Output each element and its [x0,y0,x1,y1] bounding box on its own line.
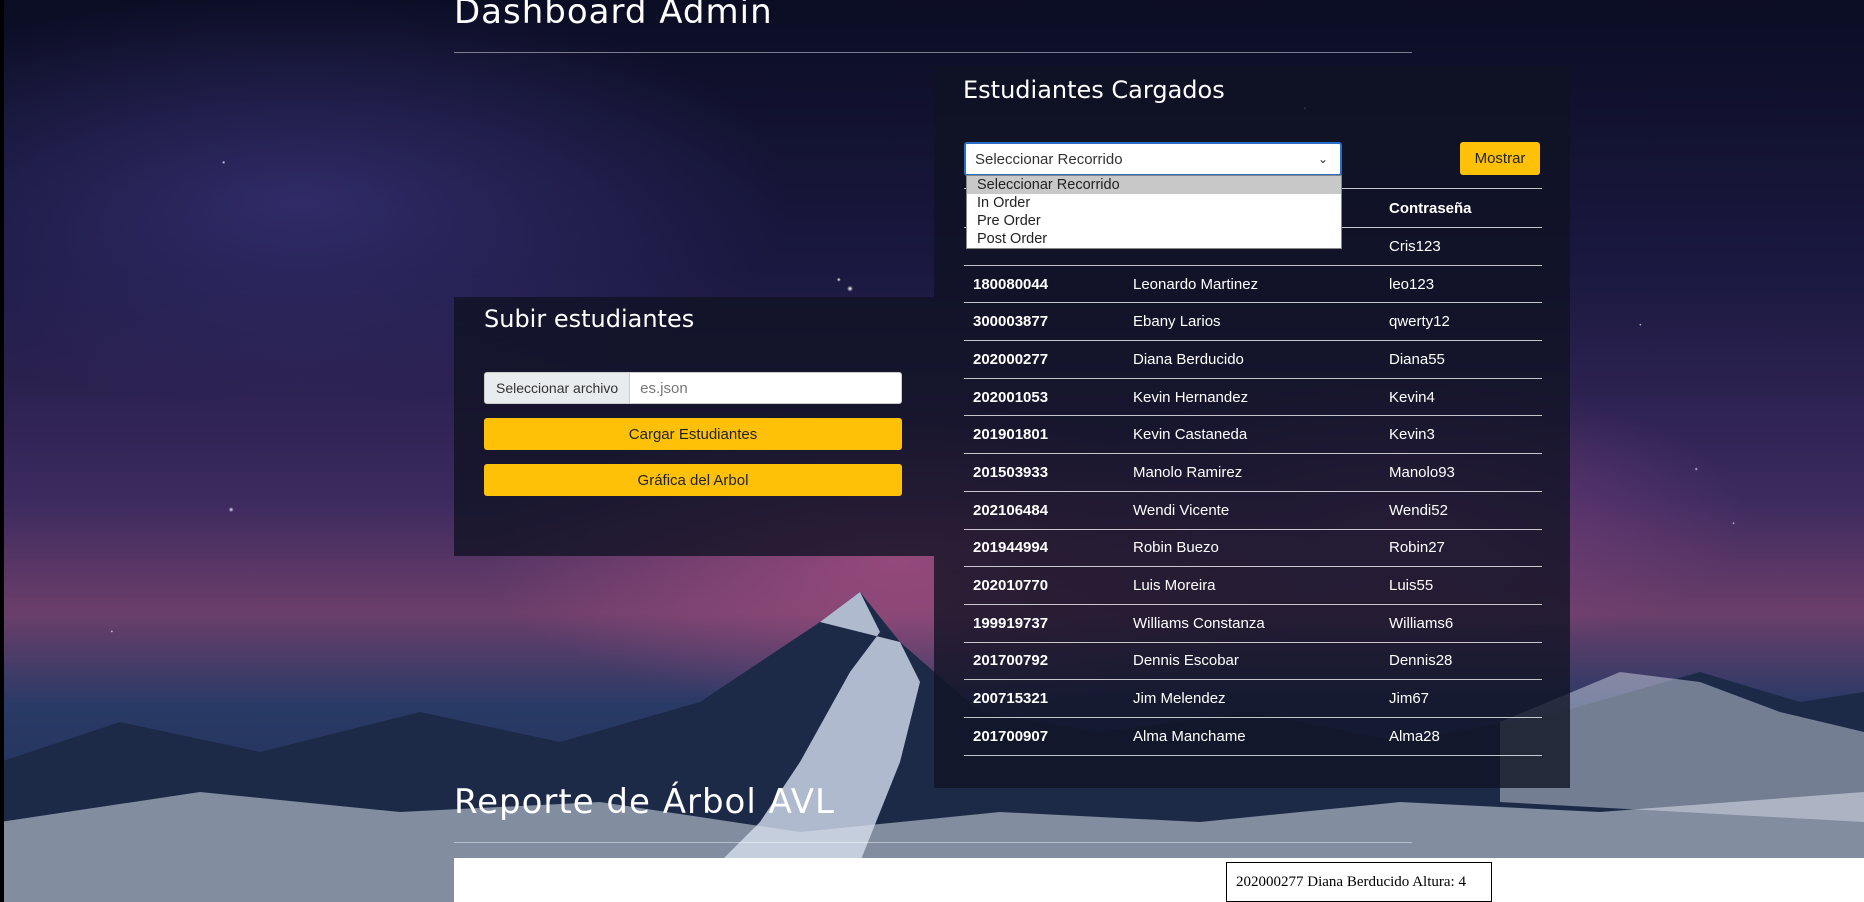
table-row: 201503933 Manolo Ramirez Manolo93 [964,453,1542,492]
student-password: Dennis28 [1380,641,1542,680]
student-name: Ebany Larios [1124,302,1380,341]
student-id: 201901801 [964,415,1124,454]
student-name: Williams Constanza [1124,603,1380,643]
student-id: 201700907 [964,716,1124,756]
student-id: 201944994 [964,528,1124,567]
student-id: 180080044 [964,264,1124,303]
chevron-down-icon: ⌄ [1317,152,1328,166]
student-password: qwerty12 [1380,302,1542,341]
table-row: 202106484 Wendi Vicente Wendi52 [964,490,1542,529]
load-students-button[interactable]: Cargar Estudiantes [484,418,902,450]
student-name: Robin Buezo [1124,528,1380,567]
student-password: Cris123 [1380,227,1542,266]
student-password: Kevin3 [1380,415,1542,454]
student-password: Manolo93 [1380,453,1542,492]
student-id: 200715321 [964,679,1124,718]
student-password: Jim67 [1380,679,1542,718]
report-divider [454,842,1412,843]
dropdown-option-pre-order[interactable]: Pre Order [967,212,1341,230]
table-row: 202000277 Diana Berducido Diana55 [964,340,1542,379]
dropdown-option-in-order[interactable]: In Order [967,194,1341,212]
students-panel-title: Estudiantes Cargados [963,76,1225,104]
dropdown-option-post-order[interactable]: Post Order [967,230,1341,248]
choose-file-button[interactable]: Seleccionar archivo [485,373,631,403]
tree-graph-button[interactable]: Gráfica del Arbol [484,464,902,496]
table-row: 201901801 Kevin Castaneda Kevin3 [964,415,1542,454]
table-row: 202001053 Kevin Hernandez Kevin4 [964,377,1542,416]
student-password: Diana55 [1380,340,1542,379]
students-table: Contraseña Cris123 180080044 Leonardo Mar… [964,188,1542,756]
student-name: Manolo Ramirez [1124,453,1380,492]
dropdown-option-none[interactable]: Seleccionar Recorrido [967,176,1341,194]
table-row: 300003877 Ebany Larios qwerty12 [964,302,1542,341]
table-row: 200715321 Jim Melendez Jim67 [964,679,1542,718]
selected-file-name: es.json [640,379,688,397]
student-password: Luis55 [1380,566,1542,605]
student-password: Williams6 [1380,603,1542,643]
table-row: 199919737 Williams Constanza Williams6 [964,603,1542,643]
student-name: Kevin Hernandez [1124,377,1380,416]
student-name: Jim Melendez [1124,679,1380,718]
title-divider [454,52,1412,53]
page-title: Dashboard Admin [454,0,773,32]
loaded-students-panel: Estudiantes Cargados Seleccionar Recorri… [934,66,1570,788]
file-input[interactable]: Seleccionar archivo es.json [484,372,902,404]
student-name: Luis Moreira [1124,566,1380,605]
upload-panel-title: Subir estudiantes [484,305,695,333]
upload-students-panel: Subir estudiantes Seleccionar archivo es… [454,297,934,556]
student-name: Wendi Vicente [1124,490,1380,529]
table-row: 201700907 Alma Manchame Alma28 [964,716,1542,756]
student-id: 202000277 [964,340,1124,379]
column-header-password: Contraseña [1380,188,1542,228]
student-password: Robin27 [1380,528,1542,567]
left-edge-bar [0,0,4,902]
mountain-background [0,592,1864,902]
table-row: 201700792 Dennis Escobar Dennis28 [964,641,1542,680]
avl-tree-canvas [454,858,1864,902]
student-name: Kevin Castaneda [1124,415,1380,454]
avl-root-node: 202000277 Diana Berducido Altura: 4 [1226,862,1492,902]
student-id: 202010770 [964,566,1124,605]
student-id: 201503933 [964,453,1124,492]
student-password: Alma28 [1380,716,1542,756]
student-password: Wendi52 [1380,490,1542,529]
student-id: 201700792 [964,641,1124,680]
report-title: Reporte de Árbol AVL [454,782,835,822]
student-name: Diana Berducido [1124,340,1380,379]
student-id: 199919737 [964,603,1124,643]
student-id: 202001053 [964,377,1124,416]
table-row: 201944994 Robin Buezo Robin27 [964,528,1542,567]
student-password: Kevin4 [1380,377,1542,416]
student-name: Dennis Escobar [1124,641,1380,680]
student-password: leo123 [1380,264,1542,303]
student-id: 202106484 [964,490,1124,529]
traversal-select[interactable]: Seleccionar Recorrido ⌄ [964,142,1342,176]
traversal-dropdown-list: Seleccionar Recorrido In Order Pre Order… [966,175,1342,249]
table-row: 202010770 Luis Moreira Luis55 [964,566,1542,605]
table-row: 180080044 Leonardo Martinez leo123 [964,264,1542,303]
student-name: Alma Manchame [1124,716,1380,756]
traversal-select-value: Seleccionar Recorrido [975,150,1123,168]
student-name: Leonardo Martinez [1124,264,1380,303]
show-button[interactable]: Mostrar [1460,142,1540,175]
student-id: 300003877 [964,302,1124,341]
